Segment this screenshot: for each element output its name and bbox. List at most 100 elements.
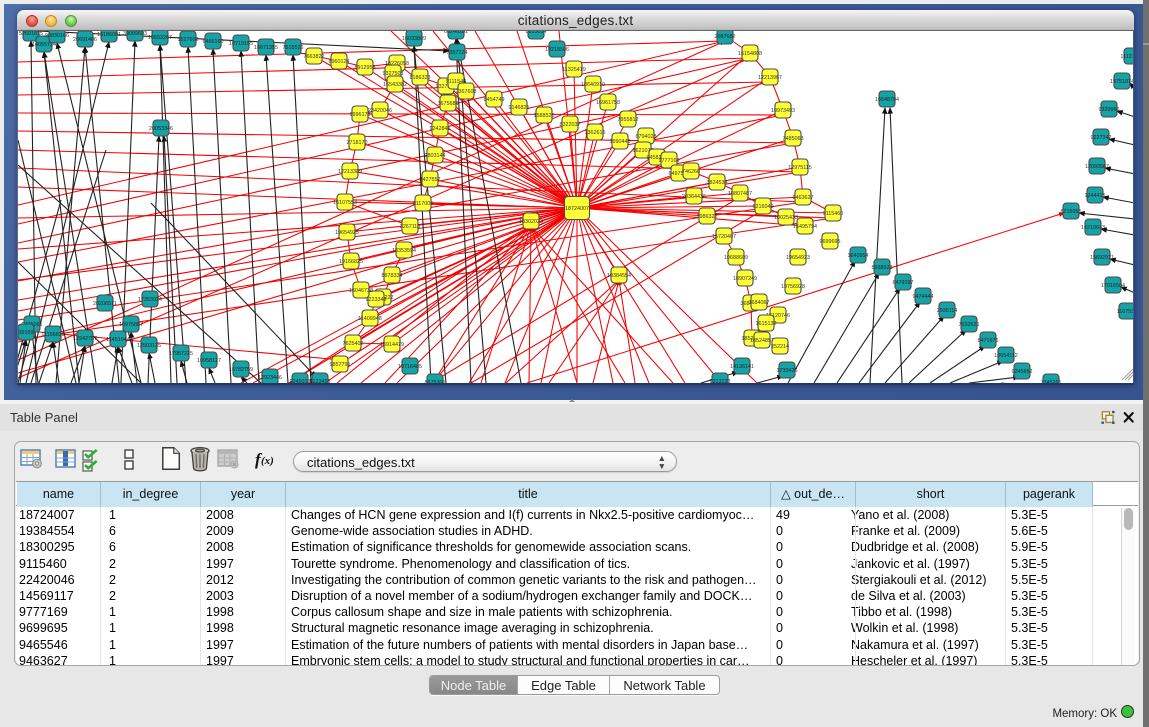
svg-text:3675685: 3675685 [438,101,459,107]
svg-text:10654112: 10654112 [994,353,1018,359]
svg-text:6794028: 6794028 [636,134,657,140]
svg-text:10653267: 10653267 [148,35,172,41]
svg-text:8678334: 8678334 [382,273,403,279]
svg-text:1990448: 1990448 [610,139,631,145]
svg-text:9699695: 9699695 [820,239,841,245]
svg-text:16033809: 16033809 [402,36,426,42]
svg-text:12503135: 12503135 [137,343,161,349]
svg-text:17957225: 17957225 [169,351,193,357]
svg-text:1244415: 1244415 [1085,193,1106,199]
svg-text:90830166: 90830166 [45,33,69,39]
svg-text:6466160: 6466160 [203,39,224,45]
svg-text:12942757: 12942757 [73,336,97,342]
svg-text:12923446: 12923446 [258,375,282,381]
svg-text:8427552: 8427552 [420,177,441,183]
svg-text:7663822: 7663822 [304,54,325,60]
svg-text:15495794: 15495794 [793,224,817,230]
svg-text:08246281: 08246281 [444,31,468,35]
svg-text:3267110: 3267110 [400,224,421,230]
svg-text:11451944: 11451944 [106,337,130,343]
svg-text:20206571: 20206571 [93,301,117,307]
svg-text:11325419: 11325419 [562,67,586,73]
svg-text:6216049: 6216049 [753,204,774,210]
svg-text:10719155: 10719155 [229,41,253,47]
svg-text:16914479: 16914479 [380,342,404,348]
svg-text:16543382: 16543382 [383,82,407,88]
svg-text:16210643: 16210643 [1081,225,1105,231]
svg-text:11409948: 11409948 [358,316,382,322]
svg-text:23420046: 23420046 [368,108,392,114]
svg-text:16671355: 16671355 [254,45,278,51]
svg-text:19218506: 19218506 [545,47,569,53]
svg-text:1615132: 1615132 [756,321,777,327]
svg-text:16782759: 16782759 [229,367,253,373]
svg-text:11121212: 11121212 [1120,54,1134,60]
svg-text:1362615: 1362615 [585,130,606,136]
svg-text:9227342: 9227342 [1091,135,1112,141]
svg-text:1640954: 1640954 [848,253,869,259]
svg-text:12093587: 12093587 [1085,164,1109,170]
svg-text:2803144: 2803144 [425,153,446,159]
svg-text:3824534: 3824534 [707,180,728,186]
svg-text:16046738: 16046738 [349,288,373,294]
svg-text:8215955: 8215955 [1061,209,1082,215]
svg-text:9329966: 9329966 [1099,107,1120,113]
svg-text:9242845: 9242845 [430,126,451,132]
svg-text:2718170: 2718170 [347,140,368,146]
svg-text:11156829: 11156829 [41,332,64,338]
svg-text:39099603: 39099603 [123,31,147,37]
svg-text:9474444: 9474444 [913,294,934,300]
svg-text:18302023: 18302023 [519,219,543,225]
svg-text:7485063: 7485063 [783,136,804,142]
svg-text:8938923: 8938923 [872,265,893,271]
svg-text:7955812: 7955812 [618,117,639,123]
svg-text:18724007: 18724007 [565,206,589,212]
svg-text:18640910: 18640910 [581,82,605,88]
svg-text:39159: 39159 [19,330,34,336]
svg-text:252214: 252214 [771,344,789,350]
svg-text:16107553: 16107553 [333,200,357,206]
svg-text:12975115: 12975115 [788,165,812,171]
svg-text:8454749: 8454749 [484,97,505,103]
svg-text:7357224: 7357224 [447,50,468,56]
svg-text:17016504: 17016504 [1101,283,1125,289]
svg-text:19756928: 19756928 [781,284,805,290]
svg-text:16154808: 16154808 [738,51,762,57]
svg-text:2935114: 2935114 [937,308,958,314]
svg-text:9857791: 9857791 [330,362,351,368]
svg-text:19166825: 19166825 [339,259,363,265]
svg-text:15692971: 15692971 [1090,255,1114,261]
svg-text:9245652: 9245652 [1012,369,1033,375]
svg-text:12213389: 12213389 [338,169,362,175]
svg-text:8186323: 8186323 [410,75,431,81]
svg-text:13186091: 13186091 [97,32,121,38]
svg-text:20053346: 20053346 [149,126,173,132]
svg-text:7986322: 7986322 [697,214,718,220]
svg-text:17353924: 17353924 [138,297,162,303]
svg-text:10025433: 10025433 [774,215,798,221]
svg-text:2367608: 2367608 [456,89,477,95]
svg-text:1588520: 1588520 [534,113,555,119]
svg-text:20691406: 20691406 [73,37,97,43]
svg-text:9223349: 9223349 [366,297,387,303]
svg-text:10975887: 10975887 [119,322,143,328]
svg-text:9117006: 9117006 [413,201,434,207]
svg-text:10973493: 10973493 [771,108,795,114]
svg-text:12213967: 12213967 [758,75,782,81]
svg-text:3684067: 3684067 [749,300,770,306]
svg-text:1527602: 1527602 [178,37,199,43]
svg-text:19716485: 19716485 [398,364,422,370]
svg-text:15751074: 15751074 [1110,79,1134,85]
svg-text:9777169: 9777169 [659,158,680,164]
svg-text:16648794: 16648794 [875,97,899,103]
svg-text:18907249: 18907249 [733,276,757,282]
svg-text:19384554: 19384554 [607,273,631,279]
svg-text:16961758: 16961758 [596,100,620,106]
svg-text:8322037: 8322037 [560,122,581,128]
svg-text:8471676: 8471676 [978,338,999,344]
svg-text:7632621: 7632621 [959,322,980,328]
svg-text:19654923: 19654923 [786,255,810,261]
svg-text:2087682: 2087682 [715,34,736,40]
svg-text:19654925: 19654925 [335,230,359,236]
svg-text:8960124: 8960124 [329,59,350,65]
